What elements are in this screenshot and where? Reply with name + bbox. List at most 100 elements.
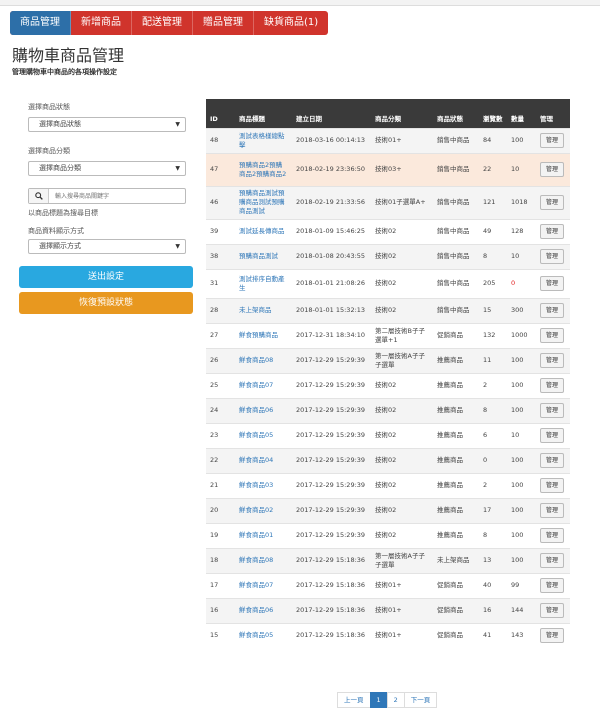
search-input[interactable]	[49, 189, 185, 203]
product-title-link[interactable]: 鮮食商品05	[235, 622, 292, 648]
cell-category: 技術01+	[371, 572, 433, 598]
manage-button[interactable]: 管理	[540, 428, 565, 443]
manage-button[interactable]: 管理	[540, 133, 565, 148]
product-title-link[interactable]: 鮮食商品05	[235, 422, 292, 448]
cell-views: 8	[479, 397, 507, 423]
cell-quantity: 128	[507, 218, 536, 244]
cell-quantity: 100	[507, 497, 536, 523]
nav-tab[interactable]: 缺貨商品(1)	[254, 11, 328, 35]
product-title-link[interactable]: 鮮食商品07	[235, 572, 292, 598]
prev-page-button[interactable]: 上一頁	[337, 692, 371, 708]
cell-id: 39	[206, 218, 235, 244]
manage-button[interactable]: 管理	[540, 453, 565, 468]
cell-category: 第二層技術B子子選單+1	[371, 322, 433, 348]
cell-views: 205	[479, 268, 507, 298]
display-select[interactable]: 選擇顯示方式 ▼	[28, 239, 186, 254]
cell-id: 31	[206, 268, 235, 298]
product-title-link[interactable]: 預購商品測試預購商品測試預購商品測試	[235, 185, 292, 219]
product-title-link[interactable]: 預購商品測試	[235, 243, 292, 269]
cell-id: 18	[206, 547, 235, 573]
manage-button[interactable]: 管理	[540, 403, 565, 418]
status-select[interactable]: 選擇商品狀態 ▼	[28, 117, 186, 132]
manage-button[interactable]: 管理	[540, 328, 565, 343]
column-header: 商品分類	[371, 99, 433, 128]
manage-button[interactable]: 管理	[540, 578, 565, 593]
cell-date: 2018-01-01 21:08:26	[292, 268, 371, 298]
display-filter-label: 商品資料顯示方式	[28, 227, 84, 235]
cell-id: 15	[206, 622, 235, 648]
cell-id: 23	[206, 422, 235, 448]
product-title-link[interactable]: 鮮食商品08	[235, 347, 292, 373]
cell-status: 銷售中商品	[433, 127, 479, 153]
table-row: 27 鮮食預購商品 2017-12-31 18:34:10 第二層技術B子子選單+1 促…	[206, 322, 570, 348]
table-row: 28 未上架商品 2018-01-01 15:32:13 技術02 銷售中商品 15 300…	[206, 297, 570, 323]
manage-button[interactable]: 管理	[540, 162, 565, 177]
manage-button[interactable]: 管理	[540, 603, 565, 618]
cell-manage: 管理	[536, 472, 570, 498]
nav-tab[interactable]: 商品管理	[10, 11, 71, 35]
manage-button[interactable]: 管理	[540, 378, 565, 393]
product-title-link[interactable]: 鮮食商品07	[235, 372, 292, 398]
product-title-link[interactable]: 鮮食預購商品	[235, 322, 292, 348]
product-title-link[interactable]: 鮮食商品04	[235, 447, 292, 473]
category-filter-label: 選擇商品分類	[28, 147, 70, 155]
reset-button[interactable]: 恢復預設狀態	[19, 292, 193, 314]
product-title-link[interactable]: 鮮食商品02	[235, 497, 292, 523]
nav-tab[interactable]: 贈品管理	[193, 11, 254, 35]
page-number-button[interactable]: 2	[386, 692, 405, 708]
cell-views: 22	[479, 152, 507, 186]
manage-button[interactable]: 管理	[540, 353, 565, 368]
cell-category: 技術01子選單A+	[371, 185, 433, 219]
manage-button[interactable]: 管理	[540, 628, 565, 644]
nav-tab[interactable]: 配送管理	[132, 11, 193, 35]
cell-date: 2017-12-29 15:29:39	[292, 522, 371, 548]
category-select-value: 選擇商品分類	[39, 164, 81, 172]
cell-quantity: 143	[507, 622, 536, 648]
column-header: 管理	[536, 99, 570, 128]
manage-button[interactable]: 管理	[540, 503, 565, 518]
cell-date: 2017-12-29 15:29:39	[292, 347, 371, 373]
table-row: 17 鮮食商品07 2017-12-29 15:18:36 技術01+ 促銷商品 40 99…	[206, 572, 570, 598]
column-header: 商品標題	[235, 99, 292, 128]
manage-button[interactable]: 管理	[540, 249, 565, 264]
manage-button[interactable]: 管理	[540, 528, 565, 543]
cell-status: 促銷商品	[433, 322, 479, 348]
product-title-link[interactable]: 預購商品2預購商品2預購商品2	[235, 152, 292, 186]
product-title-link[interactable]: 測試表格樣總點擊	[235, 127, 292, 153]
product-title-link[interactable]: 鮮食商品08	[235, 547, 292, 573]
manage-button[interactable]: 管理	[540, 553, 565, 568]
manage-button[interactable]: 管理	[540, 478, 565, 493]
table-row: 39 測試延長傳商品 2018-01-09 15:46:25 技術02 銷售中商品 49 1…	[206, 218, 570, 244]
cell-views: 121	[479, 185, 507, 219]
cell-quantity: 100	[507, 472, 536, 498]
cell-id: 25	[206, 372, 235, 398]
cell-status: 促銷商品	[433, 572, 479, 598]
cell-id: 19	[206, 522, 235, 548]
cell-date: 2017-12-29 15:29:39	[292, 422, 371, 448]
cell-manage: 管理	[536, 185, 570, 219]
category-select[interactable]: 選擇商品分類 ▼	[28, 161, 186, 176]
table-row: 46 預購商品測試預購商品測試預購商品測試 2018-02-19 21:33:56 技…	[206, 185, 570, 219]
page-number-button[interactable]: 1	[369, 692, 388, 708]
product-title-link[interactable]: 未上架商品	[235, 297, 292, 323]
cell-date: 2018-03-16 00:14:13	[292, 127, 371, 153]
cell-manage: 管理	[536, 218, 570, 244]
search-button[interactable]	[29, 189, 49, 203]
product-title-link[interactable]: 測試延長傳商品	[235, 218, 292, 244]
next-page-button[interactable]: 下一頁	[403, 692, 438, 708]
nav-tab[interactable]: 新增商品	[71, 11, 132, 35]
manage-button[interactable]: 管理	[540, 224, 565, 239]
product-title-link[interactable]: 鮮食商品06	[235, 597, 292, 623]
product-title-link[interactable]: 鮮食商品03	[235, 472, 292, 498]
cell-manage: 管理	[536, 297, 570, 323]
cell-manage: 管理	[536, 597, 570, 623]
submit-button[interactable]: 送出設定	[19, 266, 193, 288]
product-title-link[interactable]: 測試排序自動產生	[235, 268, 292, 298]
manage-button[interactable]: 管理	[540, 303, 565, 318]
product-title-link[interactable]: 鮮食商品06	[235, 397, 292, 423]
product-title-link[interactable]: 鮮食商品01	[235, 522, 292, 548]
cell-category: 技術01+	[371, 597, 433, 623]
cell-status: 銷售中商品	[433, 185, 479, 219]
manage-button[interactable]: 管理	[540, 276, 565, 291]
manage-button[interactable]: 管理	[540, 195, 565, 210]
